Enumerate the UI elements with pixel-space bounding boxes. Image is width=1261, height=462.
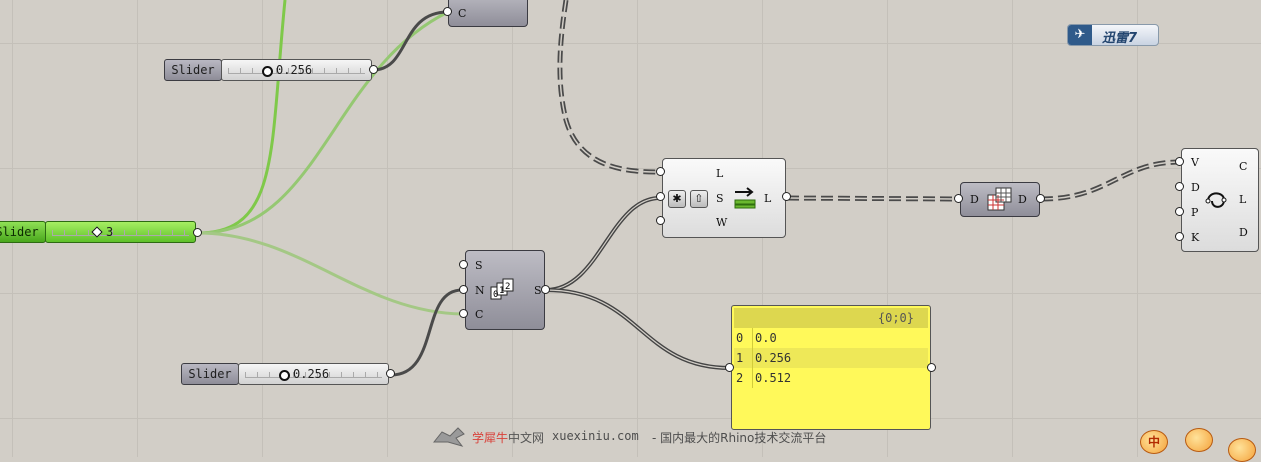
list-grip-out[interactable] bbox=[782, 192, 791, 201]
wire-tree-data-to-curve bbox=[1040, 159, 1181, 202]
list-grip-w[interactable] bbox=[656, 216, 665, 225]
slider-2-output-grip[interactable] bbox=[193, 228, 202, 237]
svg-text:2: 2 bbox=[505, 282, 510, 292]
slider-3-label[interactable]: Slider bbox=[181, 363, 239, 385]
curve-input-p: P bbox=[1191, 206, 1199, 219]
series-input-s: S bbox=[475, 259, 483, 272]
xunlei-badge[interactable]: ✈ 迅雷7 bbox=[1067, 24, 1159, 46]
panel-row-value: 0.512 bbox=[752, 368, 791, 388]
series-input-c: C bbox=[475, 308, 484, 321]
wire-series-to-panel bbox=[545, 288, 731, 370]
emoticon-2[interactable] bbox=[1185, 428, 1213, 452]
slider-1-track[interactable]: 0.256 bbox=[221, 59, 372, 81]
curve-component[interactable]: V D P K C L D bbox=[1181, 148, 1259, 252]
list-grip-l[interactable] bbox=[656, 167, 665, 176]
emoticon-1[interactable]: 中 bbox=[1140, 430, 1168, 454]
top-component-input-c: C bbox=[458, 7, 467, 20]
top-component-input-grip[interactable] bbox=[443, 7, 452, 16]
watermark-brand: 学犀牛中文网 bbox=[472, 431, 545, 445]
top-component[interactable]: C bbox=[448, 0, 528, 27]
curve-input-k: K bbox=[1191, 231, 1200, 244]
svg-text:1: 1 bbox=[499, 286, 504, 296]
panel-row: 0 0.0 bbox=[734, 328, 928, 348]
slider-1-knob[interactable] bbox=[262, 66, 273, 77]
curve-grip-p[interactable] bbox=[1175, 207, 1184, 216]
panel-row-index: 2 bbox=[736, 371, 744, 385]
curve-output-d: D bbox=[1239, 226, 1248, 239]
data-grip-in[interactable] bbox=[954, 194, 963, 203]
panel-header-path: {0;0} bbox=[734, 308, 928, 328]
list-component[interactable]: L S W L ✱ ⇧ bbox=[662, 158, 786, 238]
wire-green-2 bbox=[197, 10, 449, 235]
curve-output-l: L bbox=[1239, 193, 1247, 206]
curve-icon bbox=[1205, 192, 1227, 208]
slider-3-value: 0.256 bbox=[293, 367, 330, 381]
slider-2-track[interactable]: 3 bbox=[45, 221, 196, 243]
panel-row-value: 0.0 bbox=[752, 328, 777, 348]
series-component[interactable]: S N C S 0 1 2 bbox=[465, 250, 545, 330]
panel-row-value: 0.256 bbox=[752, 348, 791, 368]
slider-2-value: 3 bbox=[106, 225, 114, 239]
wire-green-1 bbox=[197, 0, 287, 235]
slider-2-ticks bbox=[52, 230, 189, 236]
panel-row: 1 0.256 bbox=[734, 348, 928, 368]
grasshopper-canvas[interactable]: Slider 0.256 Slider 3 Slider 0.256 C S N… bbox=[0, 0, 1261, 462]
series-grip-n[interactable] bbox=[459, 285, 468, 294]
panel-row: 2 0.512 bbox=[734, 368, 928, 388]
asterisk-icon[interactable]: ✱ bbox=[668, 190, 686, 208]
curve-grip-k[interactable] bbox=[1175, 232, 1184, 241]
panel-row-index: 1 bbox=[736, 351, 744, 365]
panel-grip-in[interactable] bbox=[725, 363, 734, 372]
curve-grip-d[interactable] bbox=[1175, 182, 1184, 191]
list-input-s: S bbox=[716, 192, 724, 205]
series-input-n: N bbox=[475, 284, 485, 297]
bird-icon: ✈ bbox=[1068, 25, 1092, 45]
slider-1-value: 0.256 bbox=[276, 63, 313, 77]
slider-3-track[interactable]: 0.256 bbox=[238, 363, 389, 385]
slider-1-label[interactable]: Slider bbox=[164, 59, 222, 81]
series-grip-s[interactable] bbox=[459, 260, 468, 269]
series-grip-c[interactable] bbox=[459, 309, 468, 318]
slider-1-output-grip[interactable] bbox=[369, 65, 378, 74]
data-table-icon bbox=[987, 187, 1012, 211]
slider-2-label[interactable]: Slider bbox=[0, 221, 46, 243]
xunlei-badge-text: 迅雷7 bbox=[1102, 31, 1138, 46]
list-input-l: L bbox=[716, 167, 724, 180]
curve-output-c: C bbox=[1239, 160, 1248, 173]
wire-green-3 bbox=[197, 231, 463, 316]
data-panel[interactable]: {0;0} 0 0.0 1 0.256 2 0.512 bbox=[731, 305, 931, 430]
wire-tree-into-list bbox=[557, 0, 661, 175]
slider-3-knob[interactable] bbox=[279, 370, 290, 381]
emoticon-3[interactable] bbox=[1228, 438, 1256, 462]
list-output-l: L bbox=[764, 192, 772, 205]
watermark-slogan: - 国内最大的Rhino技术交流平台 bbox=[652, 431, 827, 445]
series-grip-out[interactable] bbox=[541, 285, 550, 294]
panel-row-index: 0 bbox=[736, 331, 744, 345]
curve-grip-v[interactable] bbox=[1175, 157, 1184, 166]
list-grip-s[interactable] bbox=[656, 192, 665, 201]
watermark-url: xuexiniu.com bbox=[552, 429, 639, 443]
rhino-logo-icon bbox=[432, 427, 465, 447]
data-output-d: D bbox=[1018, 193, 1027, 206]
series-icon: 0 1 2 bbox=[490, 278, 514, 300]
wire-series-to-list bbox=[545, 196, 661, 292]
data-component[interactable]: D D bbox=[960, 182, 1040, 217]
panel-grip-out[interactable] bbox=[927, 363, 936, 372]
curve-input-v: V bbox=[1191, 156, 1199, 169]
list-shift-icon bbox=[734, 187, 756, 209]
list-input-w: W bbox=[716, 216, 728, 229]
data-input-d: D bbox=[970, 193, 979, 206]
data-grip-out[interactable] bbox=[1036, 194, 1045, 203]
arrow-up-icon[interactable]: ⇧ bbox=[690, 190, 708, 208]
curve-input-d: D bbox=[1191, 181, 1200, 194]
svg-text:0: 0 bbox=[493, 290, 498, 300]
slider-3-output-grip[interactable] bbox=[386, 369, 395, 378]
